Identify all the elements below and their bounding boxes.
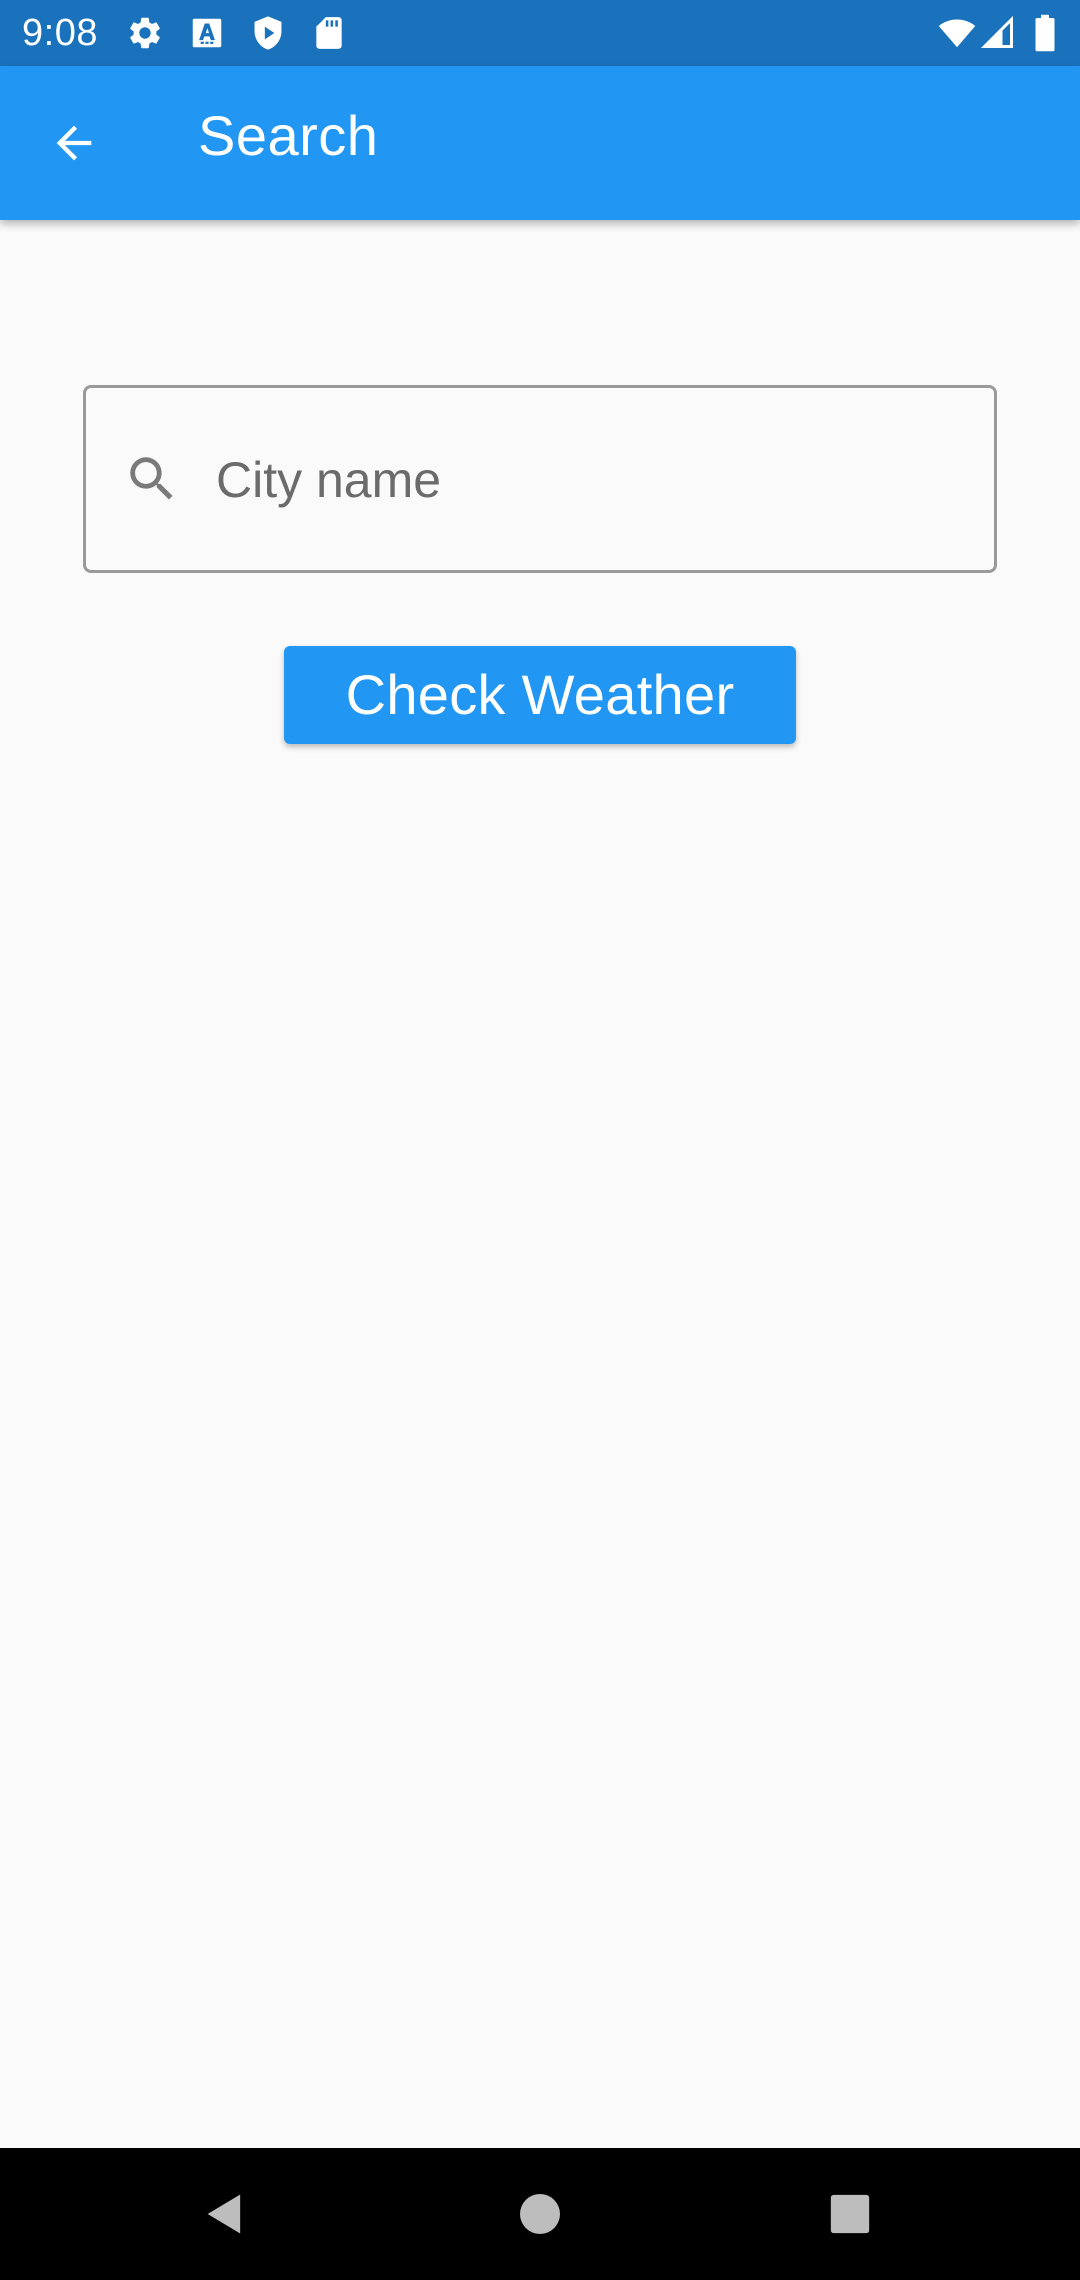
settings-icon <box>126 14 164 52</box>
status-time: 9:08 <box>22 12 98 54</box>
battery-icon <box>1030 14 1060 52</box>
screen: 9:08 Search City name Check Weather <box>0 0 1080 2280</box>
status-bar: 9:08 <box>0 0 1080 66</box>
search-field[interactable] <box>83 385 997 573</box>
nav-recents-button[interactable] <box>814 2178 886 2250</box>
back-triangle-icon <box>207 2194 241 2234</box>
sd-card-icon <box>310 14 348 52</box>
wifi-icon <box>936 14 978 52</box>
arrow-back-icon <box>56 125 92 161</box>
city-name-input[interactable] <box>216 432 956 528</box>
app-bar: Search <box>0 66 1080 220</box>
font-a-icon <box>188 14 226 52</box>
nav-back-button[interactable] <box>189 2178 261 2250</box>
home-circle-icon <box>520 2194 560 2234</box>
navigation-bar <box>0 2148 1080 2280</box>
shield-play-icon <box>249 14 287 52</box>
nav-home-button[interactable] <box>504 2178 576 2250</box>
check-weather-button[interactable]: Check Weather <box>284 646 796 744</box>
recents-square-icon <box>830 2194 870 2234</box>
search-icon <box>123 450 181 508</box>
back-button[interactable] <box>36 105 112 181</box>
page-title: Search <box>198 104 379 167</box>
signal-icon <box>980 14 1016 52</box>
